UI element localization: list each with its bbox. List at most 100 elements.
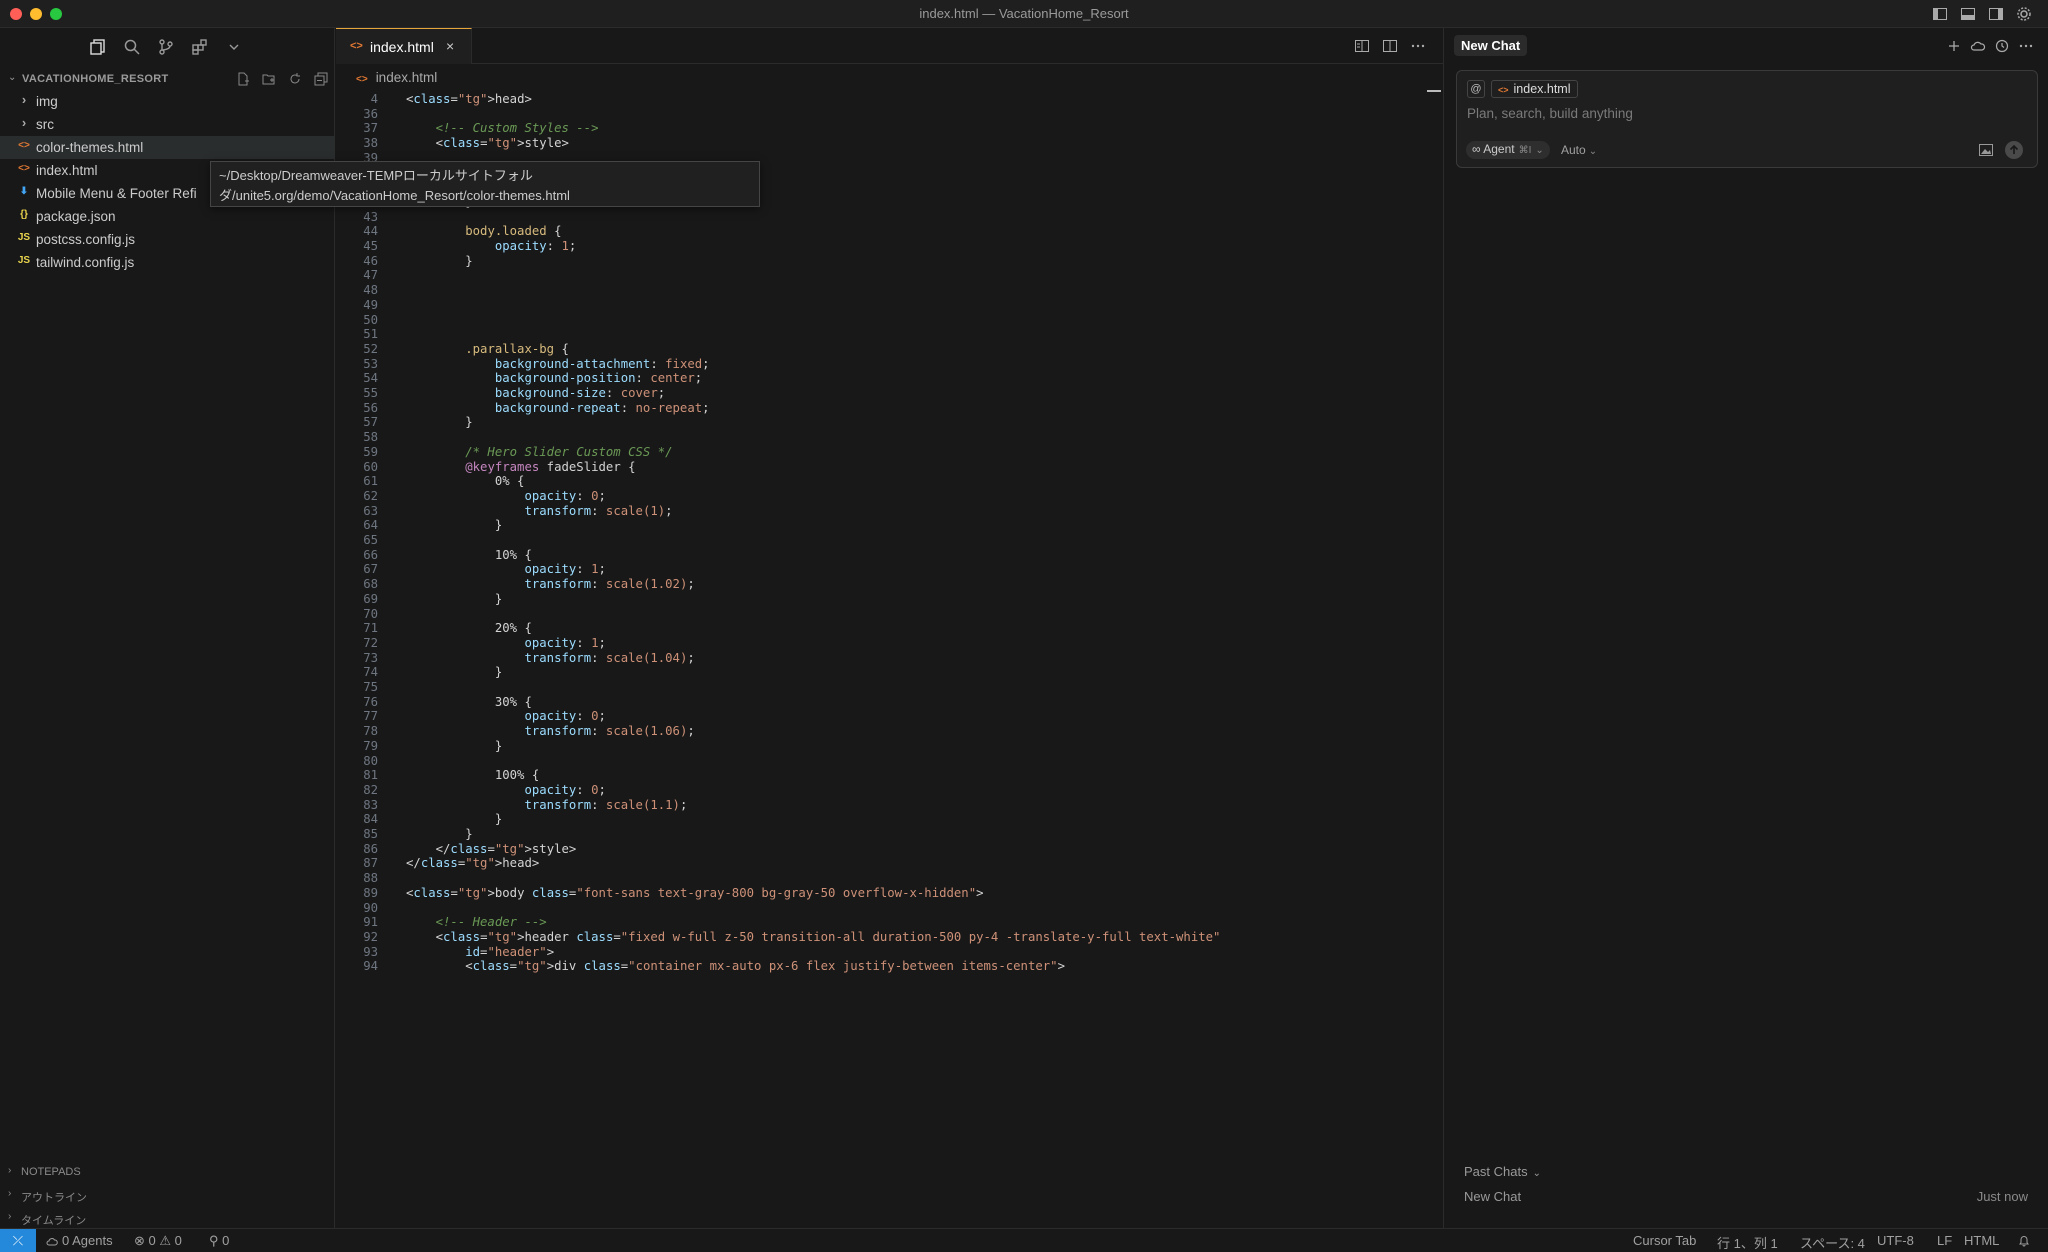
- breadcrumb-file: index.html: [375, 70, 438, 85]
- section-label: タイムライン: [21, 1215, 87, 1227]
- activity-bar: [0, 28, 335, 64]
- source-control-icon[interactable]: [157, 38, 175, 56]
- refresh-icon[interactable]: [288, 72, 302, 86]
- more-actions-icon[interactable]: [1410, 38, 1426, 54]
- chat-tab-new-chat[interactable]: New Chat: [1454, 35, 1528, 56]
- context-file-label: index.html: [1513, 82, 1571, 96]
- editor-tab-bar: <> index.html ×: [336, 28, 1443, 64]
- explorer-header[interactable]: ⌄ VACATIONHOME_RESORT: [0, 68, 335, 90]
- html-file-icon: <>: [18, 163, 30, 174]
- explorer-files-icon[interactable]: [89, 38, 107, 56]
- tooltip-line: ~/Desktop/Dreamweaver-TEMPローカルサイトフォル: [219, 168, 533, 183]
- tree-folder-img[interactable]: › img: [0, 90, 335, 113]
- cursor-tab-status[interactable]: Cursor Tab: [1633, 1233, 1696, 1248]
- tree-folder-src[interactable]: › src: [0, 113, 335, 136]
- toggle-primary-sidebar-icon[interactable]: [1932, 6, 1948, 22]
- tree-file-color-themes[interactable]: <> color-themes.html: [0, 136, 335, 159]
- chevron-down-icon[interactable]: [225, 38, 243, 56]
- split-editor-icon[interactable]: [1382, 38, 1398, 54]
- line-number: 94: [363, 959, 378, 974]
- workspace-title: VACATIONHOME_RESORT: [22, 73, 169, 85]
- tree-item-label: Mobile Menu & Footer Refi: [36, 186, 197, 201]
- new-file-icon[interactable]: [236, 72, 250, 86]
- chevron-down-icon: ⌄: [1532, 1168, 1541, 1179]
- section-timeline[interactable]: › タイムライン: [0, 1207, 335, 1229]
- agents-status[interactable]: 0 Agents: [46, 1233, 113, 1248]
- past-chat-time: Just now: [1976, 1189, 2028, 1204]
- tree-file-postcss[interactable]: JS postcss.config.js: [0, 228, 335, 251]
- window-title: index.html — VacationHome_Resort: [919, 6, 1129, 21]
- chevron-right-icon: ›: [8, 1188, 12, 1199]
- title-bar: index.html — VacationHome_Resort: [0, 0, 2048, 28]
- breadcrumb[interactable]: <> index.html: [356, 70, 437, 85]
- section-outline[interactable]: › アウトライン: [0, 1184, 335, 1206]
- file-path-tooltip: ~/Desktop/Dreamweaver-TEMPローカルサイトフォル ダ/u…: [210, 161, 760, 207]
- chat-composer[interactable]: @ <> index.html Plan, search, build anyth…: [1456, 70, 2038, 168]
- tree-item-label: index.html: [36, 163, 98, 178]
- html-file-icon: <>: [350, 40, 363, 52]
- indentation-status[interactable]: スペース: 4: [1800, 1233, 1865, 1252]
- tree-item-label: tailwind.config.js: [36, 255, 135, 270]
- new-folder-icon[interactable]: [262, 72, 276, 86]
- chevron-right-icon: ›: [8, 1211, 12, 1222]
- ports-status[interactable]: ⚲ 0: [209, 1233, 229, 1249]
- model-selector[interactable]: Auto ⌄: [1561, 143, 1597, 157]
- cloud-icon[interactable]: [1970, 38, 1986, 54]
- arrow-up-icon: [2009, 144, 2019, 154]
- cursor-position[interactable]: 行 1、列 1: [1717, 1233, 1778, 1252]
- chat-panel: New Chat @ <> index.html Plan, search, bu…: [1443, 28, 2048, 1228]
- tree-item-label: img: [36, 94, 58, 109]
- close-tab-icon[interactable]: ×: [446, 38, 454, 54]
- settings-gear-icon[interactable]: [2016, 6, 2032, 22]
- add-context-button[interactable]: @: [1467, 80, 1485, 98]
- tree-item-label: color-themes.html: [36, 140, 144, 155]
- open-preview-icon[interactable]: [1354, 38, 1370, 54]
- agent-shortcut: ⌘I: [1518, 145, 1532, 156]
- tree-item-label: src: [36, 117, 54, 132]
- image-attach-icon[interactable]: [1979, 144, 1993, 156]
- tooltip-line: ダ/unite5.org/demo/VacationHome_Resort/co…: [219, 188, 570, 203]
- code-line[interactable]: 94 <class="tg">div class="container mx-a…: [336, 957, 1436, 976]
- markdown-file-icon: ⬇: [19, 186, 29, 197]
- toggle-secondary-sidebar-icon[interactable]: [1988, 6, 2004, 22]
- context-file-chip[interactable]: <> index.html: [1491, 80, 1578, 98]
- html-file-icon: <>: [356, 74, 368, 85]
- section-label: アウトライン: [21, 1192, 87, 1204]
- model-label: Auto: [1561, 143, 1586, 157]
- send-button[interactable]: [2005, 141, 2023, 159]
- agent-mode-selector[interactable]: ∞ Agent ⌘I ⌄: [1466, 141, 1550, 159]
- chat-input[interactable]: Plan, search, build anything: [1467, 106, 1633, 121]
- language-mode[interactable]: HTML: [1964, 1233, 1999, 1248]
- extensions-icon[interactable]: [191, 38, 209, 56]
- tab-index-html[interactable]: <> index.html ×: [336, 28, 472, 64]
- section-notepads[interactable]: › NOTEPADS: [0, 1161, 335, 1183]
- more-options-icon[interactable]: [2018, 38, 2034, 54]
- tab-label: index.html: [370, 39, 434, 55]
- js-file-icon: JS: [17, 232, 31, 243]
- tree-file-tailwind[interactable]: JS tailwind.config.js: [0, 251, 335, 274]
- code-text: <class="tg">div class="container mx-auto…: [406, 959, 1065, 974]
- js-file-icon: JS: [17, 255, 31, 266]
- encoding-status[interactable]: UTF-8: [1877, 1233, 1914, 1248]
- folder-chevron-icon: ›: [21, 115, 27, 130]
- html-file-icon: <>: [18, 140, 30, 151]
- json-file-icon: {}: [20, 209, 28, 220]
- folder-chevron-icon: ›: [21, 92, 27, 107]
- toggle-panel-icon[interactable]: [1960, 6, 1976, 22]
- notifications-bell-icon[interactable]: [2018, 1234, 2030, 1247]
- search-icon[interactable]: [123, 38, 141, 56]
- agent-mode-label: ∞ Agent: [1472, 142, 1515, 156]
- problems-status[interactable]: ⊗ 0 ⚠ 0: [134, 1233, 182, 1249]
- tree-file-package-json[interactable]: {} package.json: [0, 205, 335, 228]
- code-editor[interactable]: 4 <class="tg">head> 36 37 <!-- Custom Style…: [336, 90, 1443, 1252]
- collapse-all-icon[interactable]: [314, 72, 328, 86]
- plus-icon[interactable]: [1946, 38, 1962, 54]
- status-bar: ⤫ 0 Agents ⊗ 0 ⚠ 0 ⚲ 0 Cursor Tab 行 1、列 …: [0, 1228, 2048, 1252]
- past-chats-header[interactable]: Past Chats ⌄: [1464, 1164, 1541, 1179]
- remote-indicator-button[interactable]: ⤫: [0, 1229, 36, 1252]
- explorer-sidebar: ⌄ VACATIONHOME_RESORT › img › src <> col…: [0, 28, 335, 1228]
- eol-status[interactable]: LF: [1937, 1233, 1952, 1248]
- past-chat-item[interactable]: New Chat: [1464, 1189, 1521, 1204]
- chevron-right-icon: ›: [8, 1165, 12, 1176]
- history-icon[interactable]: [1994, 38, 2010, 54]
